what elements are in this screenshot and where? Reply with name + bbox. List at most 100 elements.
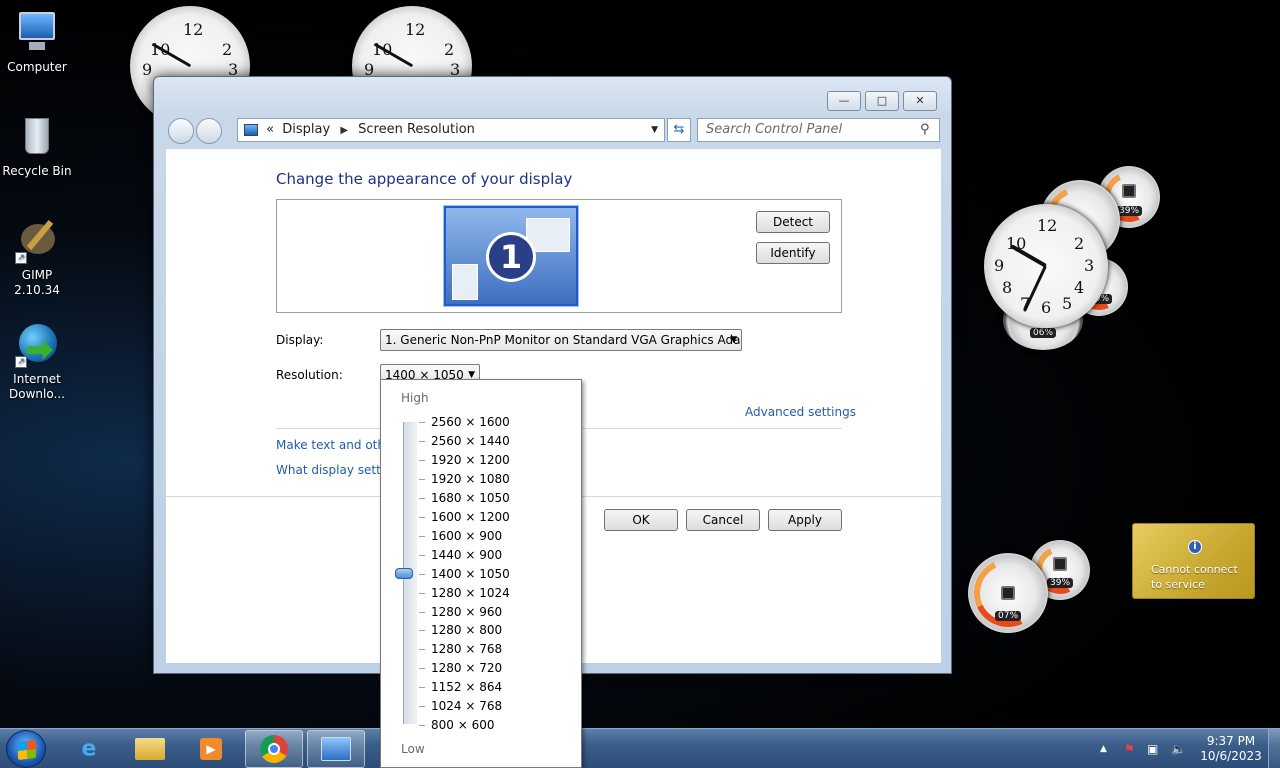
slider-tick	[419, 630, 425, 632]
refresh-button[interactable]: ⇆	[667, 118, 691, 142]
cpu-meter-gadget[interactable]: 07%	[964, 549, 1052, 637]
apply-button[interactable]: Apply	[768, 509, 842, 531]
taskbar-control-panel[interactable]	[307, 730, 365, 768]
show-desktop-button[interactable]	[1268, 729, 1280, 768]
desktop-icon-gimp[interactable]: ↗ GIMP 2.10.34	[0, 216, 74, 298]
chevron-down-icon: ▼	[730, 335, 737, 345]
back-button[interactable]	[168, 118, 194, 144]
resolution-option[interactable]: 1600 × 900	[431, 529, 502, 543]
weather-gadget[interactable]: i Cannot connect to service	[1132, 523, 1255, 599]
slider-tick	[419, 592, 425, 594]
computer-icon	[13, 8, 61, 56]
display-select[interactable]: 1. Generic Non-PnP Monitor on Standard V…	[380, 329, 742, 351]
slider-tick	[419, 440, 425, 442]
meter-percent: 39%	[1115, 206, 1143, 216]
display-label: Display:	[276, 333, 324, 347]
search-input[interactable]: Search Control Panel	[697, 118, 940, 142]
breadcrumb-root[interactable]: «	[266, 122, 274, 137]
maximize-button[interactable]: □	[865, 91, 899, 111]
recycle-bin-icon	[13, 112, 61, 160]
breadcrumb-display[interactable]: Display	[282, 122, 330, 137]
windows-logo-icon	[18, 740, 36, 760]
file-explorer-icon	[135, 738, 165, 760]
resolution-option[interactable]: 1680 × 1050	[431, 491, 510, 505]
identify-button[interactable]: Identify	[756, 242, 830, 264]
minimize-button[interactable]: —	[827, 91, 861, 111]
taskbar-media-player[interactable]: ▶	[182, 730, 240, 768]
resolution-dropdown: High 2560 × 1600 2560 × 1440 1920 × 1200 19…	[380, 379, 582, 768]
ok-button[interactable]: OK	[604, 509, 678, 531]
slider-tick	[419, 725, 425, 727]
resolution-option[interactable]: 1280 × 720	[431, 661, 502, 675]
desktop-icon-recycle-bin[interactable]: Recycle Bin	[0, 112, 74, 179]
slider-tick	[419, 478, 425, 480]
resolution-label: Resolution:	[276, 368, 343, 382]
slider-tick	[419, 687, 425, 689]
monitor-preview-area: 1 Detect Identify	[276, 199, 842, 313]
gimp-icon: ↗	[13, 216, 61, 264]
slider-tick	[419, 459, 425, 461]
resolution-option[interactable]: 1280 × 800	[431, 623, 502, 637]
low-label: Low	[401, 742, 425, 756]
internet-explorer-icon: e	[81, 736, 97, 762]
monitor-thumbnail[interactable]: 1	[443, 205, 579, 307]
advanced-settings-link[interactable]: Advanced settings	[745, 405, 856, 419]
taskbar-internet-explorer[interactable]: e	[60, 730, 118, 768]
address-dropdown-icon[interactable]: ▼	[651, 119, 658, 141]
resolution-option[interactable]: 2560 × 1440	[431, 434, 510, 448]
show-hidden-icons-icon[interactable]: ▲	[1100, 729, 1107, 768]
resolution-option[interactable]: 2560 × 1600	[431, 415, 510, 429]
desktop-icon-label: Recycle Bin	[2, 164, 72, 178]
start-button[interactable]	[6, 730, 46, 768]
volume-muted-icon[interactable]: 🔈	[1171, 729, 1186, 768]
resolution-option[interactable]: 1400 × 1050	[431, 567, 510, 581]
slider-tick	[419, 611, 425, 613]
slider-tick	[419, 422, 425, 423]
network-icon[interactable]: ▣	[1147, 729, 1158, 768]
resolution-option[interactable]: 1920 × 1080	[431, 472, 510, 486]
breadcrumb-screen-resolution[interactable]: Screen Resolution	[358, 122, 475, 137]
desktop-icon-computer[interactable]: Computer	[0, 8, 74, 75]
taskbar-chrome[interactable]	[245, 730, 303, 768]
media-player-icon: ▶	[200, 738, 222, 760]
slider-tick	[419, 497, 425, 499]
slider-tick	[419, 516, 425, 518]
taskbar: e ▶ ▲ ⚑ ▣ 🔈 9:37 PM 10/6/2023	[0, 728, 1280, 768]
control-panel-icon	[244, 123, 258, 136]
resolution-option[interactable]: 1280 × 960	[431, 605, 502, 619]
resolution-option[interactable]: 800 × 600	[431, 718, 495, 732]
taskbar-time: 9:37 PM	[1206, 734, 1256, 748]
resolution-option[interactable]: 1440 × 900	[431, 548, 502, 562]
desktop-icon-label: Internet Downlo...	[9, 372, 65, 401]
display-select-value: 1. Generic Non-PnP Monitor on Standard V…	[385, 333, 742, 347]
meter-percent: 06%	[1029, 328, 1057, 338]
forward-button[interactable]	[196, 118, 222, 144]
chrome-icon	[260, 735, 288, 763]
clock-gadget-large[interactable]: 12 10 2 9 3 8 4 7 6 5	[984, 204, 1108, 328]
cancel-button[interactable]: Cancel	[686, 509, 760, 531]
monitor-number: 1	[486, 232, 536, 282]
slider-tick	[419, 573, 425, 575]
info-icon: i	[1188, 540, 1202, 554]
meter-percent: 39%	[1046, 578, 1074, 588]
taskbar-date: 10/6/2023	[1200, 749, 1262, 763]
resolution-option[interactable]: 1280 × 768	[431, 642, 502, 656]
internet-download-manager-icon: ↗	[13, 320, 61, 368]
taskbar-clock[interactable]: 9:37 PM 10/6/2023	[1196, 734, 1266, 764]
weather-message-line1: Cannot connect	[1151, 563, 1238, 576]
resolution-option[interactable]: 1600 × 1200	[431, 510, 510, 524]
search-icon[interactable]: ⚲	[920, 122, 930, 137]
slider-tick	[419, 668, 425, 670]
resolution-option[interactable]: 1152 × 864	[431, 680, 502, 694]
desktop-icon-internet-download-manager[interactable]: ↗ Internet Downlo...	[0, 320, 74, 402]
resolution-option[interactable]: 1024 × 768	[431, 699, 502, 713]
action-center-icon[interactable]: ⚑	[1124, 729, 1135, 768]
detect-button[interactable]: Detect	[756, 211, 830, 233]
resolution-option[interactable]: 1920 × 1200	[431, 453, 510, 467]
taskbar-file-explorer[interactable]	[121, 730, 179, 768]
resolution-option[interactable]: 1280 × 1024	[431, 586, 510, 600]
close-button[interactable]: ✕	[903, 91, 937, 111]
resolution-slider-thumb[interactable]	[395, 568, 413, 579]
address-bar[interactable]: « Display ▶ Screen Resolution ▼	[237, 118, 665, 142]
control-panel-icon	[321, 737, 351, 761]
